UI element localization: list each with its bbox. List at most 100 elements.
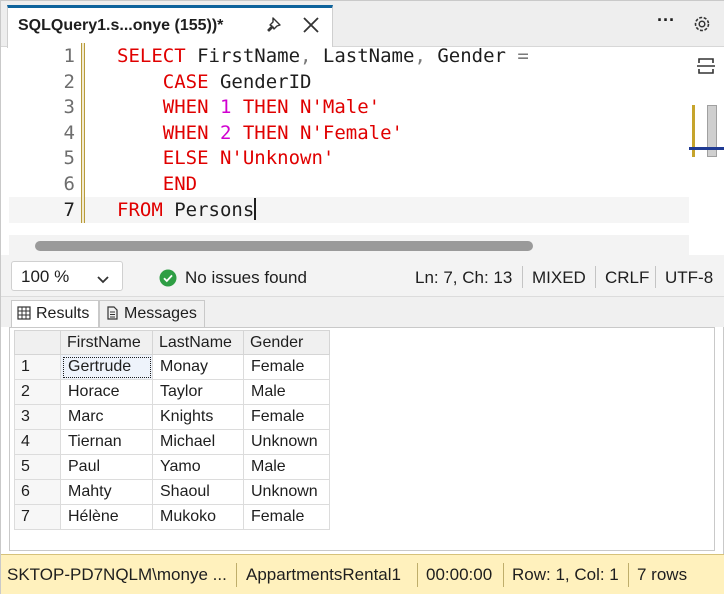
table-row[interactable]: 6 Mahty Shaoul Unknown (14, 479, 330, 505)
row-number-cell[interactable]: 2 (14, 379, 61, 405)
editor-status-bar: 100 % No issues found Ln: 7, Ch: 13 MIXE… (1, 255, 724, 297)
results-grid-pane: FirstName LastName Gender 1 Gertrude Monay… (9, 327, 715, 551)
code-token: GenderID (219, 70, 312, 93)
code-line[interactable]: 4 WHEN 2 THEN N'Female' (9, 119, 691, 146)
code-line[interactable]: 7 FROM Persons (9, 196, 691, 223)
grid-cell[interactable]: Mukoko (152, 504, 244, 530)
table-row[interactable]: 7 Hélène Mukoko Female (14, 504, 330, 530)
encoding[interactable]: UTF-8 (665, 268, 713, 288)
separator (522, 266, 523, 288)
row-number-cell[interactable]: 7 (14, 504, 61, 530)
code-token: THEN (231, 121, 301, 144)
grid-cell[interactable]: Paul (60, 454, 153, 480)
code-token: WHEN (117, 96, 220, 119)
line-number: 5 (63, 147, 75, 170)
table-row[interactable]: 2 Horace Taylor Male (14, 379, 330, 405)
row-number-cell[interactable]: 6 (14, 479, 61, 505)
chevron-down-icon (96, 271, 110, 284)
code-token: 1 (219, 96, 232, 119)
line-endings[interactable]: CRLF (605, 268, 649, 288)
line-number: 2 (63, 70, 75, 93)
code-text: CASE GenderID (117, 69, 312, 95)
table-row[interactable]: 4 Tiernan Michael Unknown (14, 429, 330, 455)
results-tab-bar: Results Messages (1, 297, 724, 327)
separator (628, 563, 629, 587)
vertical-scrollbar[interactable] (689, 47, 724, 255)
grid-cell[interactable]: Shaoul (152, 479, 244, 505)
grid-cell[interactable]: Yamo (152, 454, 244, 480)
grid-cell[interactable]: Knights (152, 404, 244, 430)
code-token: , (414, 45, 438, 67)
code-token: LastName (322, 45, 415, 67)
grid-cell[interactable]: Female (243, 404, 330, 430)
grid-cell[interactable]: Marc (60, 404, 153, 430)
grid-cell[interactable]: Female (243, 354, 330, 380)
grid-cell[interactable]: Female (243, 504, 330, 530)
row-number-cell[interactable]: 4 (14, 429, 61, 455)
table-row[interactable]: 5 Paul Yamo Male (14, 454, 330, 480)
code-token: N'Female' (300, 121, 403, 144)
code-line[interactable]: 1 SELECT FirstName, LastName, Gender = (9, 43, 691, 69)
code-token: END (117, 173, 198, 195)
cursor-position[interactable]: Ln: 7, Ch: 13 (415, 268, 512, 288)
results-grid: FirstName LastName Gender 1 Gertrude Monay… (14, 330, 330, 530)
column-header-gender[interactable]: Gender (243, 330, 330, 355)
tab-messages[interactable]: Messages (99, 300, 205, 327)
row-count: 7 rows (637, 565, 688, 584)
grid-cell[interactable]: Male (243, 379, 330, 405)
code-line[interactable]: 5 ELSE N'Unknown' (9, 145, 691, 172)
row-number-cell[interactable]: 1 (14, 354, 61, 380)
grid-cell[interactable]: Hélène (60, 504, 153, 530)
grid-cell[interactable]: Unknown (243, 429, 330, 455)
change-indicator (81, 94, 85, 121)
code-token: = (517, 45, 529, 67)
connection-name[interactable]: SKTOP-PD7NQLM\monye ... (7, 565, 227, 585)
horizontal-scrollbar[interactable] (9, 235, 691, 255)
pin-icon[interactable] (264, 14, 286, 36)
tab-results[interactable]: Results (11, 300, 99, 327)
database-name[interactable]: AppartmentsRental1 (246, 565, 401, 585)
column-header-lastname[interactable]: LastName (152, 330, 244, 355)
grid-cell[interactable]: Taylor (152, 379, 244, 405)
line-number: 6 (63, 173, 75, 195)
change-indicator (81, 196, 85, 223)
code-token: , (300, 45, 323, 67)
grid-cell[interactable]: Monay (152, 354, 244, 380)
code-token: THEN (231, 96, 301, 119)
tab-results-label: Results (36, 305, 90, 322)
more-icon[interactable]: ··· (655, 11, 677, 35)
zoom-select[interactable]: 100 % (11, 261, 123, 291)
table-row[interactable]: 3 Marc Knights Female (14, 404, 330, 430)
grid-cell[interactable]: Michael (152, 429, 244, 455)
check-circle-icon (159, 269, 177, 287)
table-row[interactable]: 1 Gertrude Monay Female (14, 354, 330, 380)
text-caret (254, 197, 257, 220)
gear-icon[interactable] (691, 13, 713, 35)
tab-title: SQLQuery1.s...onye (155))* (18, 17, 224, 34)
issues-status[interactable]: No issues found (185, 268, 307, 288)
code-line[interactable]: 2 CASE GenderID (9, 68, 691, 95)
grid-cell[interactable]: Mahty (60, 479, 153, 505)
tabs-mode[interactable]: MIXED (532, 268, 586, 288)
separator (417, 563, 418, 587)
separator (655, 266, 656, 288)
column-header-firstname[interactable]: FirstName (60, 330, 153, 355)
row-number-cell[interactable]: 5 (14, 454, 61, 480)
grid-cell[interactable]: Male (243, 454, 330, 480)
separator (236, 563, 237, 587)
row-number-header[interactable] (14, 330, 61, 355)
grid-cell[interactable]: Horace (60, 379, 153, 405)
horizontal-scroll-thumb[interactable] (35, 241, 533, 251)
code-text: FROM Persons (117, 197, 257, 223)
close-icon[interactable] (300, 14, 322, 36)
row-number-cell[interactable]: 3 (14, 404, 61, 430)
line-number: 7 (63, 198, 75, 221)
split-editor-icon[interactable] (693, 53, 719, 79)
sql-editor[interactable]: 1 SELECT FirstName, LastName, Gender = 2 C… (9, 43, 691, 233)
code-line[interactable]: 3 WHEN 1 THEN N'Male' (9, 94, 691, 121)
grid-cell[interactable]: Gertrude (60, 354, 153, 380)
grid-cell[interactable]: Unknown (243, 479, 330, 505)
code-line[interactable]: 6 END (9, 171, 691, 197)
grid-cell[interactable]: Tiernan (60, 429, 153, 455)
tab-query[interactable]: SQLQuery1.s...onye (155))* (7, 5, 333, 48)
